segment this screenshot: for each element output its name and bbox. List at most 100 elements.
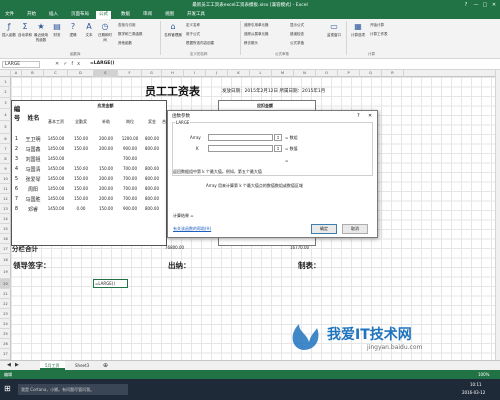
column-header[interactable]: O xyxy=(316,70,338,77)
ok-button[interactable]: 确定 xyxy=(311,224,337,234)
table-cell[interactable]: 800.00 xyxy=(142,136,162,141)
cortana-search[interactable]: 我是 Cortana，小娜。有问题尽管问我。 xyxy=(18,384,128,395)
table-cell[interactable]: 700.00 xyxy=(118,166,142,171)
table-cell[interactable]: 刘国祖 xyxy=(22,156,44,163)
column-header[interactable]: H xyxy=(162,70,184,77)
column-header[interactable]: L xyxy=(250,70,272,77)
subtotal-payable[interactable]: 76800.00 xyxy=(165,245,184,250)
insert-function-button[interactable]: ƒ 插入函数 xyxy=(2,22,16,38)
table-cell[interactable]: 邓睿 xyxy=(22,206,44,213)
table-cell[interactable]: 1 xyxy=(11,136,22,142)
column-header[interactable]: F xyxy=(118,70,142,77)
maximize-button[interactable]: □ xyxy=(481,1,489,9)
active-cell[interactable]: =LARGE() xyxy=(93,279,128,288)
table-cell[interactable]: 2 xyxy=(11,146,22,152)
table-cell[interactable]: 3 xyxy=(11,156,22,162)
column-header[interactable]: M xyxy=(272,70,294,77)
table-cell[interactable]: 6 xyxy=(11,186,22,192)
tab-review[interactable]: 审阅 xyxy=(140,11,155,19)
table-cell[interactable]: 1450.00 xyxy=(44,156,68,161)
column-header[interactable]: N xyxy=(294,70,316,77)
zoom-level[interactable]: 100% xyxy=(478,372,489,377)
cancel-icon[interactable]: ✕ xyxy=(55,61,63,67)
tab-insert[interactable]: 插入 xyxy=(46,11,61,19)
row-header[interactable]: 17 xyxy=(0,244,11,254)
row-header[interactable]: 6 xyxy=(0,134,11,144)
name-manager-button[interactable]: ⌂ 名称管理器 xyxy=(164,22,182,38)
define-name-button[interactable]: 定义名称 xyxy=(186,23,200,28)
table-cell[interactable]: 800.00 xyxy=(142,196,162,201)
table-cell[interactable]: 张爱琴 xyxy=(22,176,44,183)
sheet-tab[interactable]: Sheet3 xyxy=(70,361,94,370)
column-header[interactable]: A xyxy=(11,70,22,77)
table-cell[interactable]: 150.00 xyxy=(94,166,118,171)
row-header[interactable]: 2 xyxy=(0,87,11,98)
table-cell[interactable]: 200.00 xyxy=(94,176,118,181)
start-icon[interactable]: ⊞ xyxy=(4,384,11,393)
table-cell[interactable]: 700.00 xyxy=(118,186,142,191)
next-sheet-button[interactable]: ▶ xyxy=(10,361,24,370)
tab-home[interactable]: 开始 xyxy=(24,11,39,19)
table-cell[interactable]: 150.00 xyxy=(68,136,94,141)
text-button[interactable]: A 文本 xyxy=(82,22,96,38)
row-header[interactable]: 19 xyxy=(0,266,11,279)
trace-precedents-button[interactable]: 追踪引用单元格 xyxy=(244,23,269,28)
range-select-icon[interactable]: ↥ xyxy=(274,134,282,141)
table-cell[interactable]: 王卫明 xyxy=(22,136,44,143)
table-cell[interactable]: 150.00 xyxy=(68,166,94,171)
table-cell[interactable]: 800.00 xyxy=(142,206,162,211)
table-cell[interactable]: 1200.00 xyxy=(118,136,142,141)
table-cell[interactable]: 150.00 xyxy=(68,186,94,191)
cancel-button[interactable]: 取消 xyxy=(342,224,368,234)
table-cell[interactable]: 200.00 xyxy=(94,136,118,141)
table-cell[interactable]: 马国清 xyxy=(22,166,44,173)
financial-button[interactable]: ▤ 财务 xyxy=(50,22,64,38)
table-cell[interactable]: 150.00 xyxy=(68,176,94,181)
range-select-icon[interactable]: ↥ xyxy=(274,145,282,152)
evaluate-formula-button[interactable]: 公式求值 xyxy=(290,41,304,46)
tab-data[interactable]: 数据 xyxy=(118,11,133,19)
create-from-selection-button[interactable]: 根据所选内容创建 xyxy=(186,41,214,46)
vertical-scrollbar[interactable] xyxy=(495,70,500,360)
table-cell[interactable]: 200.00 xyxy=(94,196,118,201)
column-header[interactable]: C xyxy=(44,70,68,77)
row-header[interactable]: 24 xyxy=(0,319,11,329)
logical-button[interactable]: ? 逻辑 xyxy=(66,22,80,38)
tab-page-layout[interactable]: 页面布局 xyxy=(68,11,92,19)
calc-options-button[interactable]: ▦ 计算选项 xyxy=(350,22,366,38)
table-cell[interactable]: 周阳 xyxy=(22,186,44,193)
row-header[interactable]: 18 xyxy=(0,254,11,266)
table-cell[interactable]: 900.00 xyxy=(118,146,142,151)
select-all[interactable] xyxy=(0,70,11,77)
column-header[interactable]: J xyxy=(206,70,228,77)
row-header[interactable]: 16 xyxy=(0,234,11,244)
table-cell[interactable]: 1450.00 xyxy=(44,206,68,211)
table-cell[interactable]: 800.00 xyxy=(142,166,162,171)
table-cell[interactable]: 7 xyxy=(11,196,22,202)
lookup-button[interactable]: 查找与引用 xyxy=(118,23,136,28)
dialog-close-button[interactable]: ✕ xyxy=(368,113,372,119)
table-cell[interactable]: 8 xyxy=(11,206,22,212)
table-cell[interactable]: 5 xyxy=(11,176,22,182)
column-header[interactable]: R xyxy=(382,70,404,77)
formula-input[interactable]: =LARGE() xyxy=(90,61,114,66)
table-cell[interactable]: 150.00 xyxy=(94,206,118,211)
table-cell[interactable]: 800.00 xyxy=(142,186,162,191)
more-functions-button[interactable]: 其他函数 xyxy=(118,41,132,46)
fx-icon[interactable]: fx xyxy=(71,61,84,67)
row-header[interactable]: 5 xyxy=(0,121,11,134)
table-cell[interactable]: 800.00 xyxy=(142,176,162,181)
close-button[interactable]: ✕ xyxy=(490,1,498,9)
table-cell[interactable]: 1450.00 xyxy=(44,176,68,181)
row-header[interactable]: 22 xyxy=(0,299,11,309)
help-icon[interactable]: ? xyxy=(462,1,470,9)
column-header[interactable]: B xyxy=(22,70,44,77)
table-cell[interactable]: 700.00 xyxy=(118,156,142,161)
column-header[interactable]: G xyxy=(142,70,162,77)
name-box[interactable]: LARGE xyxy=(2,61,40,68)
add-sheet-button[interactable]: ⊕ xyxy=(98,361,113,370)
table-cell[interactable]: 700.00 xyxy=(118,176,142,181)
table-cell[interactable]: 1450.00 xyxy=(44,136,68,141)
row-header[interactable]: 15 xyxy=(0,224,11,234)
row-header[interactable]: 10 xyxy=(0,174,11,184)
